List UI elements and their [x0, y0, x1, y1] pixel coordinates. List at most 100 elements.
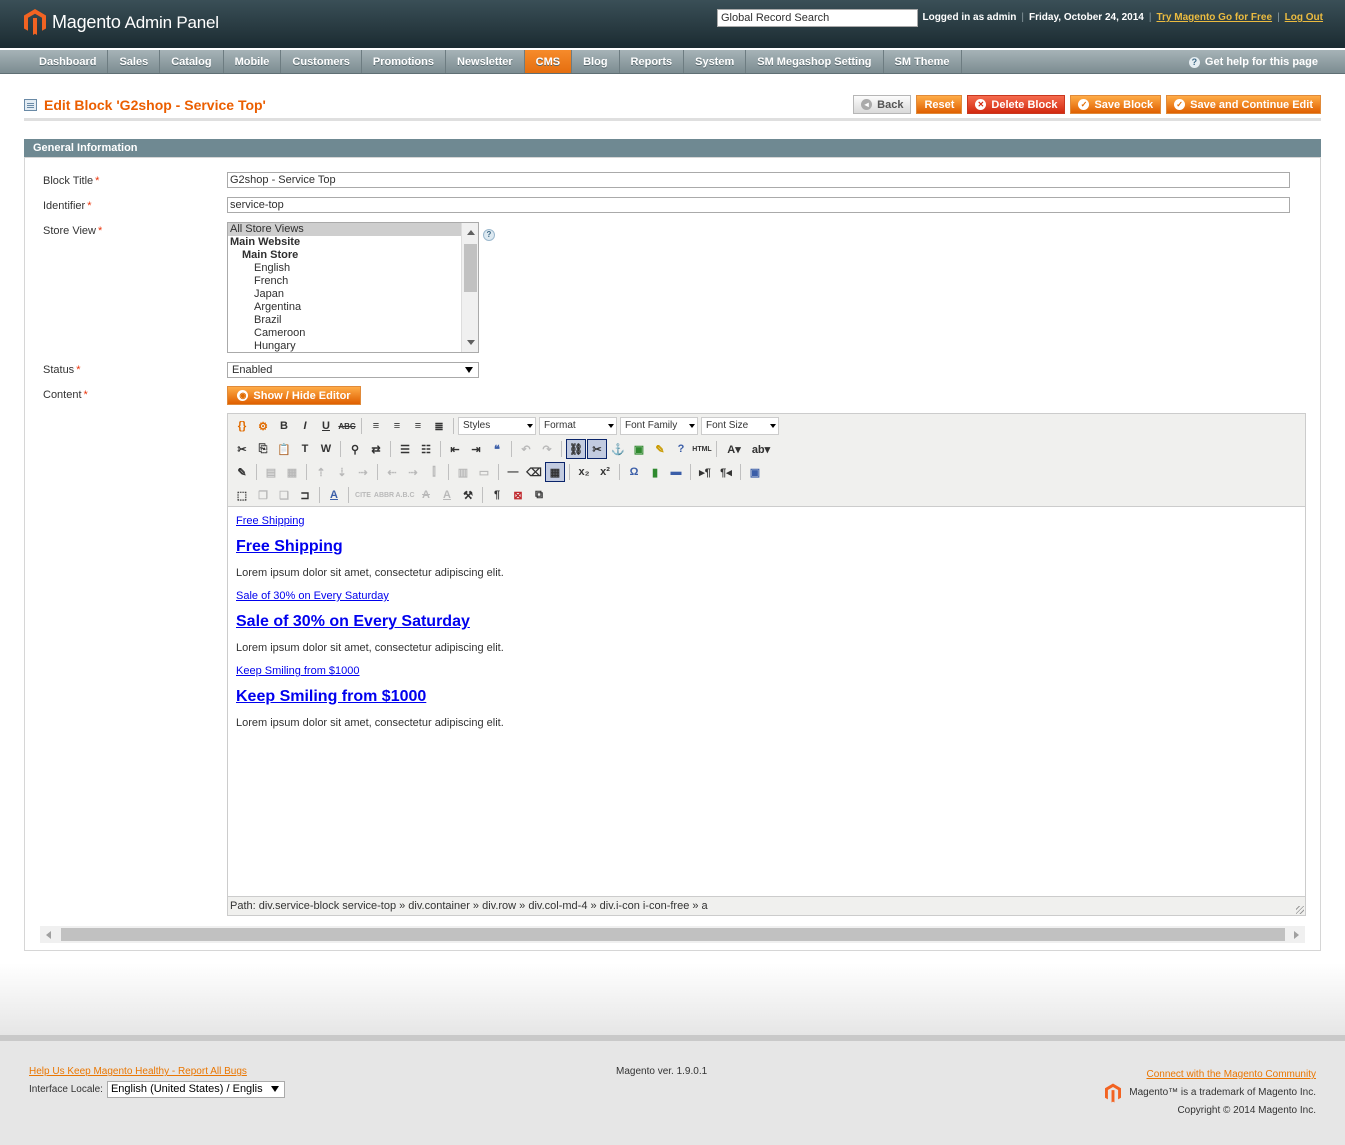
fullscreen-icon[interactable]: ▣ [745, 462, 765, 482]
insert-col-before-icon[interactable]: ⇠ [382, 462, 402, 482]
align-center-icon[interactable]: ≡ [387, 416, 407, 436]
nav-item-sm-megashop-setting[interactable]: SM Megashop Setting [746, 50, 884, 73]
undo-icon[interactable]: ↶ [516, 439, 536, 459]
italic-icon[interactable]: I [295, 416, 315, 436]
merge-cells-icon[interactable]: ▭ [474, 462, 494, 482]
global-search-input[interactable] [717, 9, 918, 27]
status-select[interactable]: Enabled [227, 362, 479, 378]
nav-item-promotions[interactable]: Promotions [362, 50, 446, 73]
store-option[interactable]: Main Store [228, 249, 478, 262]
resize-handle-icon[interactable] [1296, 906, 1304, 914]
store-option[interactable]: French [228, 275, 478, 288]
remove-format-icon[interactable]: ⌫ [524, 462, 544, 482]
html-source-icon[interactable]: HTML [692, 439, 712, 459]
editor-content[interactable]: Free Shipping Free Shipping Lorem ipsum … [236, 514, 1296, 729]
insert-row-before-icon[interactable]: ⇡ [311, 462, 331, 482]
ltr-icon[interactable]: ▸¶ [695, 462, 715, 482]
media-icon[interactable]: ▮ [645, 462, 665, 482]
scroll-right-icon[interactable] [1294, 931, 1299, 939]
abbreviation-icon[interactable]: ABBR [374, 485, 394, 505]
move-forward-icon[interactable]: ❐ [253, 485, 273, 505]
cut-icon[interactable]: ✂ [232, 439, 252, 459]
superscript-icon[interactable]: x² [595, 462, 615, 482]
nav-item-sm-theme[interactable]: SM Theme [884, 50, 962, 73]
citation-icon[interactable]: CITE [353, 485, 373, 505]
insert-col-after-icon[interactable]: ⇢ [403, 462, 423, 482]
delete-col-icon[interactable]: ⫿ [424, 462, 444, 482]
horizontal-scrollbar[interactable] [40, 926, 1305, 943]
store-view-multiselect[interactable]: All Store Views Main Website Main Store … [227, 222, 479, 353]
style-props-icon[interactable]: A [324, 485, 344, 505]
bold-icon[interactable]: B [274, 416, 294, 436]
cleanup-icon[interactable]: ✎ [650, 439, 670, 459]
insert-layer-icon[interactable]: ⬚ [232, 485, 252, 505]
font-family-dropdown[interactable]: Font Family [620, 417, 698, 435]
underline-icon[interactable]: U [316, 416, 336, 436]
text-color-icon[interactable]: A▾ [721, 439, 747, 459]
unlink-icon[interactable]: ✂ [587, 439, 607, 459]
paste-word-icon[interactable]: W [316, 439, 336, 459]
insert-variable-icon[interactable]: {} [232, 416, 252, 436]
format-dropdown[interactable]: Format [539, 417, 617, 435]
identifier-input[interactable] [227, 197, 1290, 213]
align-justify-icon[interactable]: ≣ [429, 416, 449, 436]
copy-icon[interactable]: ⎘ [253, 439, 273, 459]
magento-logo[interactable]: Magento Admin Panel [24, 9, 219, 35]
visual-aid-icon[interactable]: ▦ [545, 462, 565, 482]
content-heading[interactable]: Sale of 30% on Every Saturday [236, 612, 1296, 632]
align-right-icon[interactable]: ≡ [408, 416, 428, 436]
paste-icon[interactable]: 📋 [274, 439, 294, 459]
save-and-continue-button[interactable]: ✓ Save and Continue Edit [1166, 95, 1321, 114]
insertion-icon[interactable]: A [437, 485, 457, 505]
nav-item-dashboard[interactable]: Dashboard [28, 50, 109, 73]
image-icon[interactable]: ▣ [629, 439, 649, 459]
block-title-input[interactable] [227, 172, 1290, 188]
edit-icon[interactable]: ✎ [232, 462, 252, 482]
scroll-thumb[interactable] [61, 928, 1285, 941]
numbered-list-icon[interactable]: ☷ [416, 439, 436, 459]
advanced-hr-icon[interactable]: ▬ [666, 462, 686, 482]
scroll-thumb[interactable] [464, 244, 477, 292]
anchor-icon[interactable]: ⚓ [608, 439, 628, 459]
nav-item-reports[interactable]: Reports [620, 50, 685, 73]
find-icon[interactable]: ⚲ [345, 439, 365, 459]
store-option[interactable]: Argentina [228, 301, 478, 314]
font-size-dropdown[interactable]: Font Size [701, 417, 779, 435]
nav-item-blog[interactable]: Blog [572, 50, 620, 73]
content-heading[interactable]: Keep Smiling from $1000 [236, 687, 1296, 707]
nav-item-newsletter[interactable]: Newsletter [446, 50, 525, 73]
pilcrow-icon[interactable]: ¶ [487, 485, 507, 505]
content-link[interactable]: Free Shipping [236, 515, 1296, 527]
attributes-icon[interactable]: ⚒ [458, 485, 478, 505]
nav-item-mobile[interactable]: Mobile [224, 50, 282, 73]
store-option[interactable]: Main Website [228, 236, 478, 249]
store-view-help-icon[interactable]: ? [483, 229, 495, 241]
horizontal-rule-icon[interactable]: — [503, 462, 523, 482]
try-magento-go-link[interactable]: Try Magento Go for Free [1156, 12, 1272, 23]
store-option[interactable]: Cameroon [228, 327, 478, 340]
content-link[interactable]: Sale of 30% on Every Saturday [236, 590, 1296, 602]
store-view-scrollbar[interactable] [461, 223, 478, 352]
background-color-icon[interactable]: ab▾ [748, 439, 774, 459]
back-button[interactable]: ◂ Back [853, 95, 912, 114]
report-bugs-link[interactable]: Help Us Keep Magento Healthy - Report Al… [29, 1066, 247, 1077]
nonbreaking-icon[interactable]: ⊠ [508, 485, 528, 505]
store-option[interactable]: English [228, 262, 478, 275]
row-props-icon[interactable]: ▤ [261, 462, 281, 482]
store-option[interactable]: Hungary [228, 340, 478, 352]
align-left-icon[interactable]: ≡ [366, 416, 386, 436]
nav-item-sales[interactable]: Sales [108, 50, 161, 73]
insert-row-after-icon[interactable]: ⇣ [332, 462, 352, 482]
link-icon[interactable]: ⛓ [566, 439, 586, 459]
styles-dropdown[interactable]: Styles [458, 417, 536, 435]
logout-link[interactable]: Log Out [1285, 12, 1323, 23]
indent-icon[interactable]: ⇥ [466, 439, 486, 459]
rtl-icon[interactable]: ¶◂ [716, 462, 736, 482]
split-cells-icon[interactable]: ▥ [453, 462, 473, 482]
store-option[interactable]: All Store Views [228, 223, 478, 236]
store-option[interactable]: Brazil [228, 314, 478, 327]
outdent-icon[interactable]: ⇤ [445, 439, 465, 459]
absolute-position-icon[interactable]: ⊐ [295, 485, 315, 505]
redo-icon[interactable]: ↷ [537, 439, 557, 459]
scroll-up-icon[interactable] [467, 230, 475, 235]
